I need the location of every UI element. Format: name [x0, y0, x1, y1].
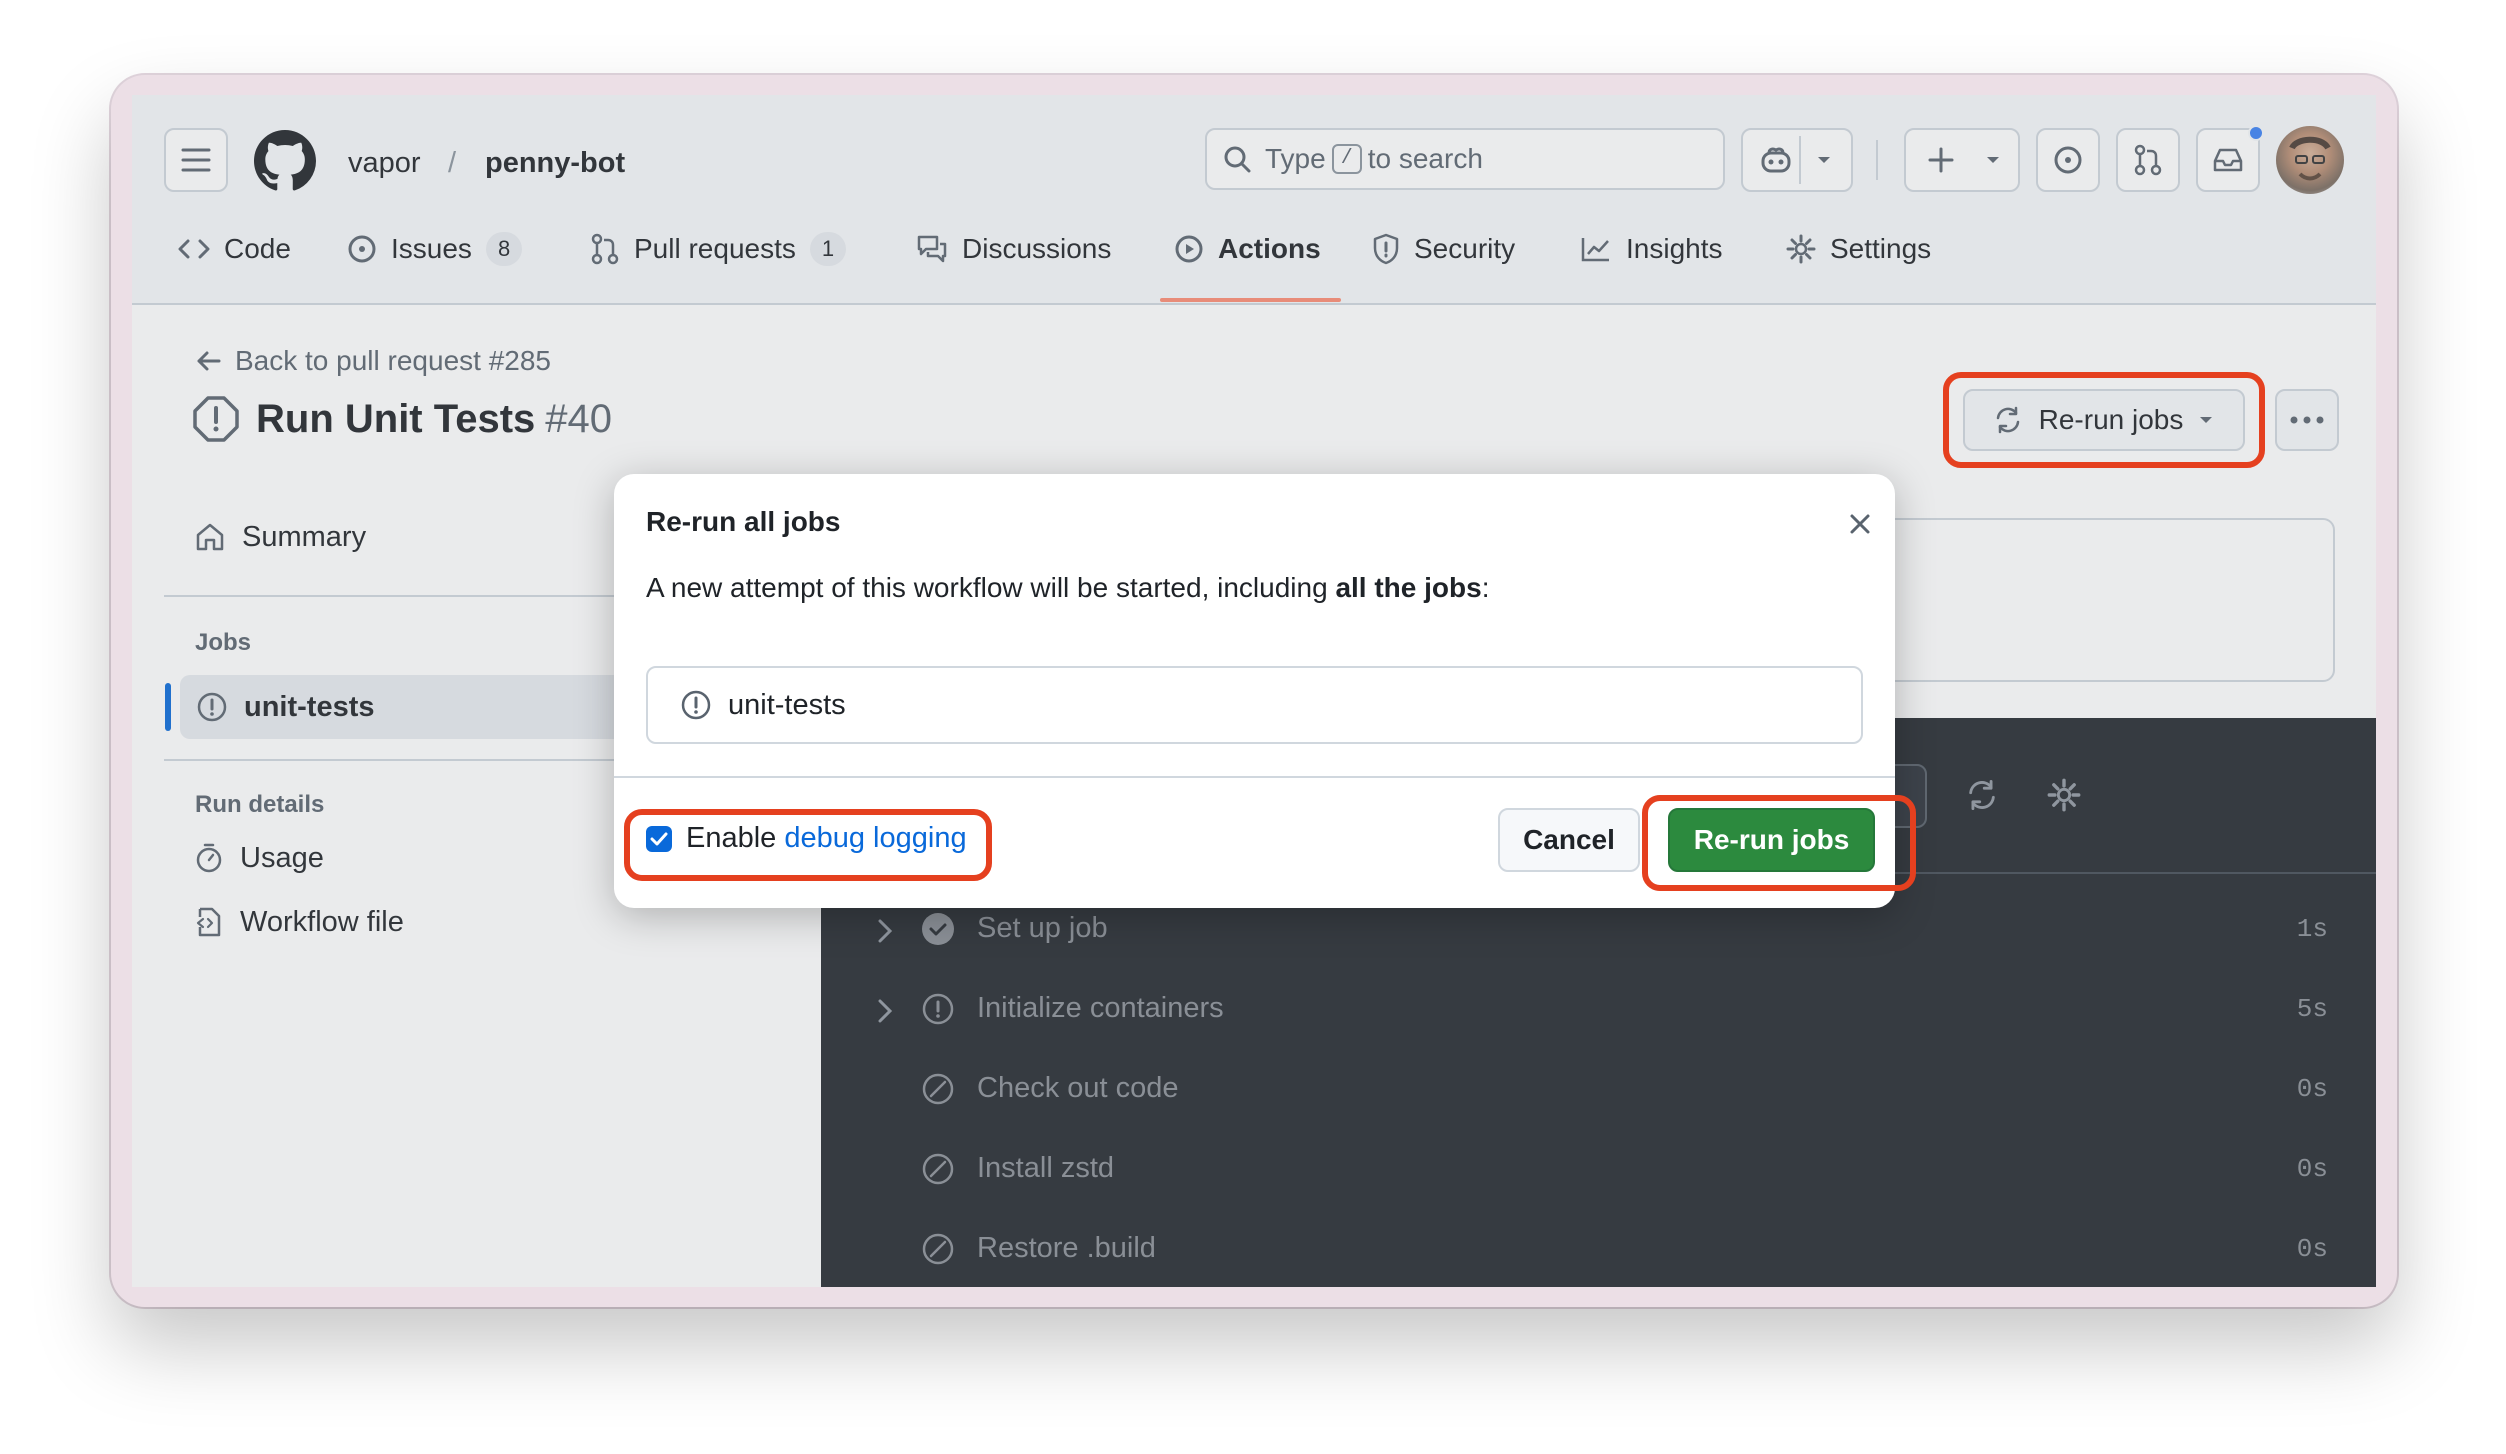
highlight-debug-logging: [624, 809, 992, 881]
dialog-title: Re-run all jobs: [646, 506, 841, 537]
dialog-close-button[interactable]: [1840, 504, 1880, 544]
dialog-description-suffix: :: [1481, 572, 1490, 603]
browser-window: vapor / penny-bot Type / to search Code …: [132, 95, 2376, 1287]
highlight-confirm-rerun: [1642, 795, 1916, 891]
dialog-job-list-item: unit-tests: [646, 666, 1863, 744]
highlight-rerun-dropdown: [1943, 372, 2265, 468]
dialog-job-name: unit-tests: [728, 688, 846, 721]
cancel-button[interactable]: Cancel: [1498, 808, 1640, 872]
alert-status-icon: [681, 690, 711, 720]
dialog-footer-divider: [614, 776, 1895, 778]
dialog-description-bold: all the jobs: [1335, 572, 1482, 603]
github-page: vapor / penny-bot Type / to search Code …: [132, 95, 2376, 1287]
close-icon: [1850, 514, 1870, 534]
dialog-description: A new attempt of this workflow will be s…: [646, 572, 1489, 604]
dialog-description-text: A new attempt of this workflow will be s…: [646, 572, 1336, 603]
